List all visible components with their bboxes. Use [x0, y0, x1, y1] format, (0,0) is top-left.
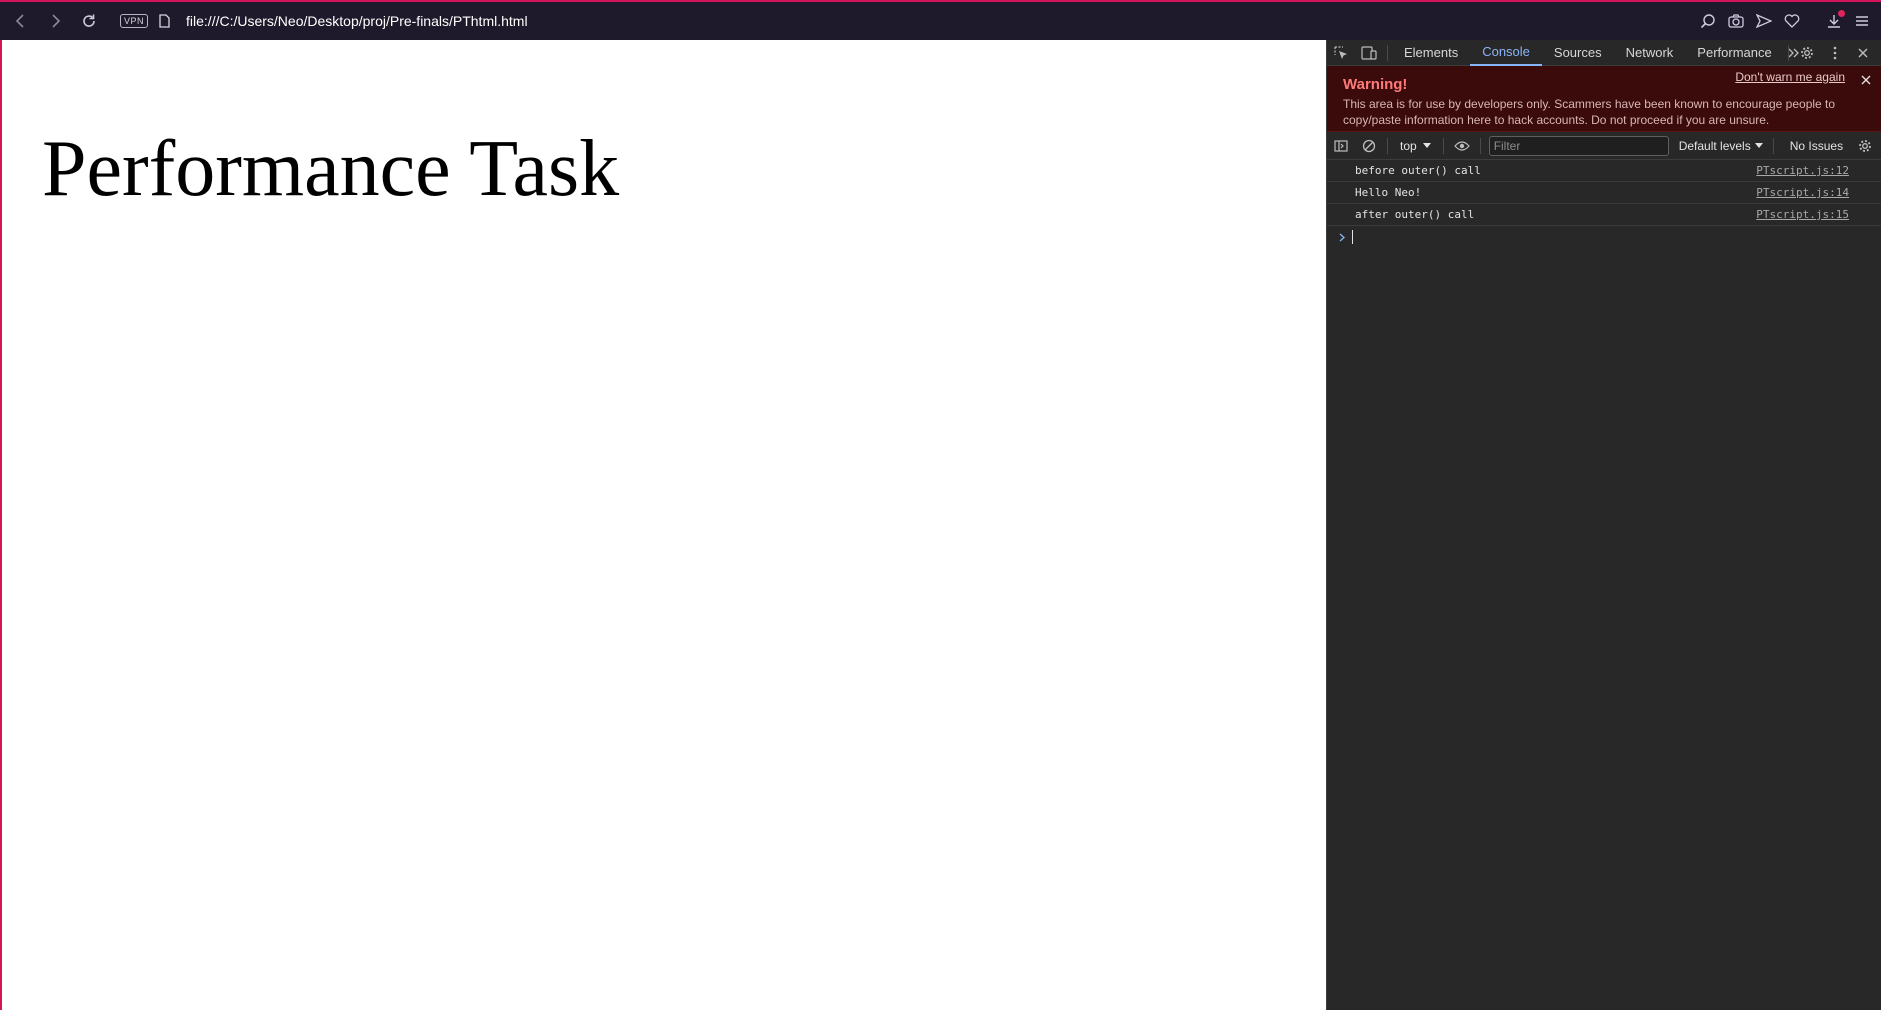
page-viewport: Performance Task: [0, 40, 1326, 1010]
devtools-actions: [1784, 40, 1877, 66]
self-xss-warning: Warning! This area is for use by develop…: [1327, 66, 1881, 132]
warning-text: This area is for use by developers only.…: [1343, 97, 1836, 127]
tab-elements[interactable]: Elements: [1392, 40, 1470, 66]
address-bar[interactable]: file:///C:/Users/Neo/Desktop/proj/Pre-fi…: [186, 13, 528, 29]
console-filter-input[interactable]: [1488, 135, 1669, 156]
dropdown-arrow-icon: [1754, 142, 1763, 148]
browser-toolbar: VPN file:///C:/Users/Neo/Desktop/proj/Pr…: [0, 0, 1881, 40]
divider: [1772, 137, 1774, 154]
download-icon[interactable]: [1823, 10, 1845, 32]
forward-button[interactable]: [38, 4, 72, 38]
toolbar-actions: [1697, 2, 1873, 40]
issues-counter[interactable]: No Issues: [1790, 139, 1843, 153]
chevron-left-icon: [15, 14, 24, 28]
close-devtools-icon[interactable]: [1849, 40, 1877, 66]
console-prompt[interactable]: [1327, 226, 1881, 248]
context-selector[interactable]: top: [1392, 139, 1439, 153]
console-message: after outer() call PTscript.js:15: [1327, 204, 1881, 226]
camera-icon[interactable]: [1725, 10, 1747, 32]
heart-icon[interactable]: [1781, 10, 1803, 32]
back-button[interactable]: [4, 4, 38, 38]
settings-gear-icon[interactable]: [1793, 40, 1821, 66]
devtools-panel: Elements Console Sources Network Perform…: [1326, 40, 1881, 1010]
divider: [1387, 137, 1388, 154]
context-label: top: [1400, 138, 1417, 153]
prompt-chevron-icon: [1339, 233, 1345, 241]
reload-button[interactable]: [72, 4, 106, 38]
console-messages: before outer() call PTscript.js:12 Hello…: [1327, 160, 1881, 248]
file-icon[interactable]: [158, 13, 172, 29]
tab-sources[interactable]: Sources: [1542, 40, 1614, 66]
divider: [1442, 137, 1444, 154]
tab-performance[interactable]: Performance: [1685, 40, 1783, 66]
source-link[interactable]: PTscript.js:12: [1756, 164, 1849, 177]
inspect-element-icon[interactable]: [1327, 40, 1355, 66]
kebab-menu-icon[interactable]: [1821, 40, 1849, 66]
close-warning-icon[interactable]: [1861, 72, 1871, 90]
divider: [1387, 44, 1388, 61]
message-text: after outer() call: [1355, 208, 1475, 221]
vpn-badge[interactable]: VPN: [120, 14, 149, 28]
source-link[interactable]: PTscript.js:15: [1756, 208, 1849, 221]
dropdown-arrow-icon: [1422, 142, 1431, 148]
reload-icon: [83, 14, 95, 27]
log-levels-dropdown[interactable]: Default levels: [1679, 139, 1763, 153]
text-caret: [1352, 230, 1353, 244]
search-page-icon[interactable]: [1697, 10, 1719, 32]
sidebar-toggle-icon[interactable]: [1327, 132, 1355, 160]
console-settings: [1851, 132, 1879, 160]
dont-warn-link[interactable]: Don't warn me again: [1735, 70, 1845, 84]
console-settings-gear-icon[interactable]: [1851, 132, 1879, 160]
page-heading: Performance Task: [42, 125, 620, 213]
send-icon[interactable]: [1753, 10, 1775, 32]
log-levels-label: Default levels: [1678, 138, 1751, 153]
message-text: before outer() call: [1355, 164, 1481, 177]
console-message: before outer() call PTscript.js:12: [1327, 160, 1881, 182]
console-toolbar: top Default levels No Issues: [1327, 132, 1881, 160]
live-expression-eye-icon[interactable]: [1448, 132, 1476, 160]
chevron-right-icon: [52, 14, 61, 28]
source-link[interactable]: PTscript.js:14: [1756, 186, 1849, 199]
device-toolbar-icon[interactable]: [1355, 40, 1383, 66]
message-text: Hello Neo!: [1355, 186, 1422, 199]
divider: [1788, 45, 1789, 61]
notification-dot: [1838, 10, 1845, 17]
clear-console-icon[interactable]: [1355, 132, 1383, 160]
divider: [1479, 137, 1481, 154]
tab-network[interactable]: Network: [1614, 40, 1686, 66]
console-message: Hello Neo! PTscript.js:14: [1327, 182, 1881, 204]
devtools-tabbar: Elements Console Sources Network Perform…: [1327, 40, 1881, 66]
tab-console[interactable]: Console: [1470, 40, 1542, 66]
menu-icon[interactable]: [1851, 10, 1873, 32]
